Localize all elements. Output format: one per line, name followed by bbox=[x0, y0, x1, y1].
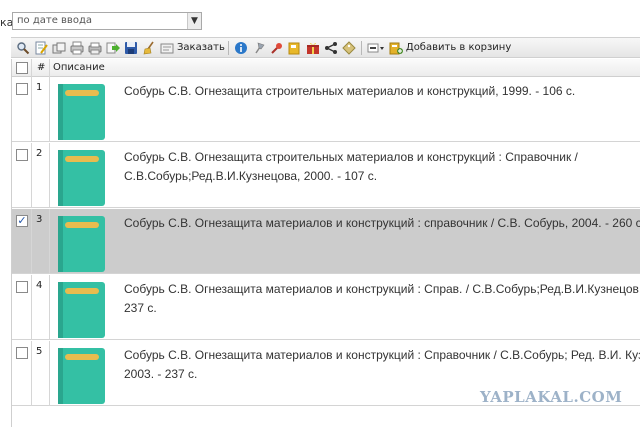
gift-icon[interactable] bbox=[306, 41, 320, 55]
tag-icon[interactable] bbox=[342, 40, 356, 55]
table-row[interactable]: 2 Собурь С.В. Огнезащита строительных ма… bbox=[12, 143, 640, 208]
toolbar-divider bbox=[227, 40, 229, 55]
row-checkbox[interactable] bbox=[16, 149, 28, 161]
sort-select-value: по дате ввода bbox=[17, 15, 92, 26]
book-icon bbox=[58, 282, 105, 338]
table-row[interactable]: ✓ 3 Собурь С.В. Огнезащита материалов и … bbox=[12, 209, 640, 274]
save-icon[interactable] bbox=[124, 41, 138, 55]
edit-icon[interactable] bbox=[34, 41, 48, 55]
toolbar-divider bbox=[360, 40, 362, 55]
row-checkbox[interactable] bbox=[16, 281, 28, 293]
key-icon[interactable] bbox=[270, 41, 284, 55]
book-description[interactable]: Собурь С.В. Огнезащита материалов и конс… bbox=[124, 214, 640, 233]
book-icon bbox=[58, 348, 105, 404]
info-icon[interactable] bbox=[234, 41, 248, 55]
broom-icon[interactable] bbox=[142, 41, 156, 55]
column-divider bbox=[49, 341, 50, 406]
row-number: 3 bbox=[36, 214, 43, 225]
export-icon[interactable] bbox=[106, 41, 120, 55]
row-number: 4 bbox=[36, 280, 43, 291]
book-description[interactable]: Собурь С.В. Огнезащита материалов и конс… bbox=[124, 346, 640, 384]
book-description[interactable]: Собурь С.В. Огнезащита материалов и конс… bbox=[124, 280, 640, 318]
sort-select[interactable]: по дате ввода ▼ bbox=[12, 12, 202, 30]
column-divider bbox=[49, 209, 50, 274]
column-divider bbox=[49, 59, 50, 77]
column-divider bbox=[31, 77, 32, 142]
table-row[interactable]: 1 Собурь С.В. Огнезащита строительных ма… bbox=[12, 77, 640, 142]
add-to-cart-button[interactable]: Добавить в корзину bbox=[406, 42, 511, 53]
column-divider bbox=[31, 143, 32, 208]
book-icon bbox=[58, 150, 105, 206]
column-divider bbox=[49, 275, 50, 340]
select-all-checkbox[interactable] bbox=[16, 62, 28, 74]
column-divider bbox=[31, 341, 32, 406]
row-checkbox[interactable] bbox=[16, 83, 28, 95]
copy-icon[interactable] bbox=[52, 41, 66, 55]
row-checkbox[interactable]: ✓ bbox=[16, 215, 28, 227]
row-checkbox[interactable] bbox=[16, 347, 28, 359]
column-divider bbox=[31, 209, 32, 274]
book-description[interactable]: Собурь С.В. Огнезащита строительных мате… bbox=[124, 82, 640, 101]
pin-icon[interactable] bbox=[252, 41, 266, 55]
search-icon[interactable] bbox=[16, 41, 30, 55]
book-icon bbox=[58, 84, 105, 140]
table-row[interactable]: 4 Собурь С.В. Огнезащита материалов и ко… bbox=[12, 275, 640, 340]
column-divider bbox=[31, 275, 32, 340]
chevron-down-icon[interactable]: ▼ bbox=[187, 13, 201, 29]
share-icon[interactable] bbox=[324, 41, 338, 55]
sort-bar: ка: по дате ввода ▼ bbox=[0, 10, 640, 32]
column-header-number: # bbox=[37, 62, 46, 73]
table-header: # Описание bbox=[12, 59, 640, 77]
more-options-icon[interactable] bbox=[367, 41, 385, 55]
folder-icon[interactable] bbox=[288, 41, 302, 55]
toolbar: Заказать Добавить в корзину bbox=[11, 37, 640, 58]
order-button[interactable]: Заказать bbox=[177, 42, 225, 53]
row-number: 5 bbox=[36, 346, 43, 357]
column-divider bbox=[31, 59, 32, 77]
book-icon bbox=[58, 216, 105, 272]
watermark-text: YAPLAKAL.COM bbox=[480, 388, 623, 406]
print-preview-icon[interactable] bbox=[88, 41, 102, 55]
add-to-cart-icon[interactable] bbox=[389, 41, 403, 55]
book-description[interactable]: Собурь С.В. Огнезащита строительных мате… bbox=[124, 148, 640, 186]
print-icon[interactable] bbox=[70, 41, 84, 55]
column-divider bbox=[49, 77, 50, 142]
row-number: 2 bbox=[36, 148, 43, 159]
order-icon[interactable] bbox=[160, 41, 174, 55]
row-number: 1 bbox=[36, 82, 43, 93]
column-header-description[interactable]: Описание bbox=[53, 62, 105, 73]
results-table: # Описание 1 Собурь С.В. Огнезащита стро… bbox=[11, 59, 640, 427]
column-divider bbox=[49, 143, 50, 208]
